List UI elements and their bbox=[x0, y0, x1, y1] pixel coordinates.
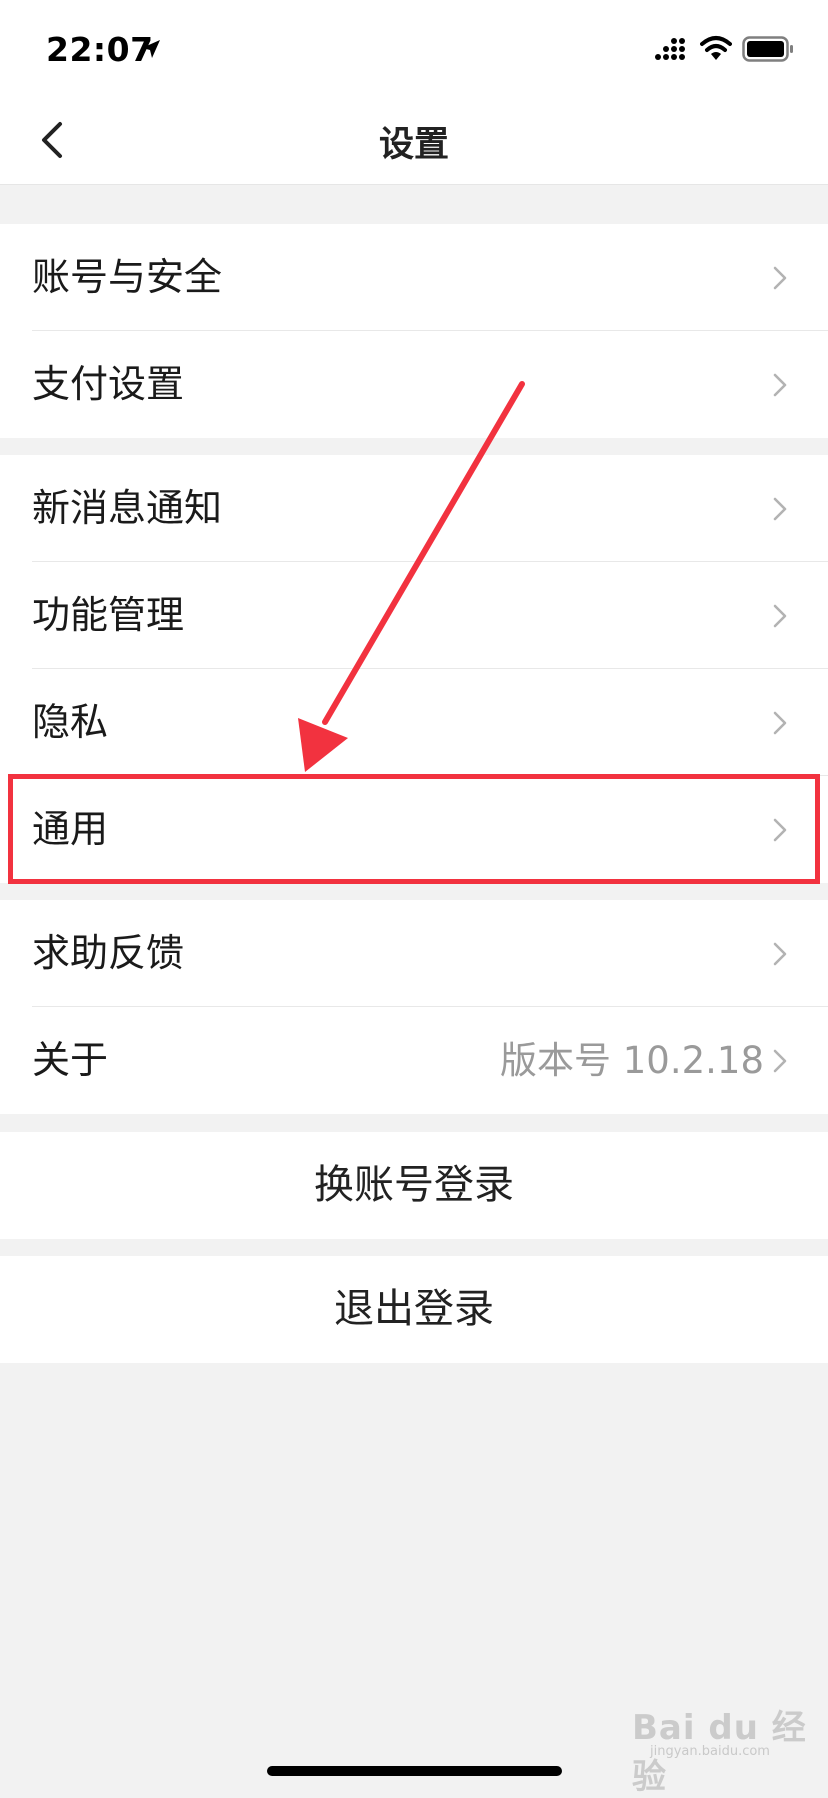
settings-item-features[interactable]: 功能管理 bbox=[0, 562, 828, 669]
page-title: 设置 bbox=[378, 125, 449, 165]
nav-bar: 设置 bbox=[0, 96, 828, 185]
home-indicator[interactable] bbox=[267, 1766, 562, 1776]
settings-item-privacy[interactable]: 隐私 bbox=[0, 669, 828, 776]
chevron-right-icon bbox=[773, 711, 787, 735]
settings-item-label: 功能管理 bbox=[32, 593, 185, 637]
switch-account-button[interactable]: 换账号登录 bbox=[0, 1132, 828, 1239]
settings-item-account-security[interactable]: 账号与安全 bbox=[0, 224, 828, 331]
settings-item-label: 隐私 bbox=[32, 700, 109, 744]
settings-item-label: 通用 bbox=[32, 807, 109, 851]
chevron-right-icon bbox=[773, 818, 787, 842]
settings-item-label: 新消息通知 bbox=[32, 486, 223, 530]
status-time: 22:07 bbox=[46, 30, 154, 69]
chevron-right-icon bbox=[773, 1049, 787, 1073]
settings-item-label: 关于 bbox=[32, 1038, 109, 1082]
settings-item-feedback[interactable]: 求助反馈 bbox=[0, 900, 828, 1007]
settings-item-label: 支付设置 bbox=[32, 362, 185, 406]
chevron-right-icon bbox=[773, 373, 787, 397]
settings-group-help: 求助反馈 关于 版本号 10.2.18 bbox=[0, 900, 828, 1114]
settings-group-account: 账号与安全 支付设置 bbox=[0, 224, 828, 438]
status-bar: 22:07 bbox=[0, 0, 828, 96]
chevron-right-icon bbox=[773, 497, 787, 521]
battery-icon bbox=[742, 36, 793, 62]
settings-item-label: 账号与安全 bbox=[32, 255, 223, 299]
watermark-url: jingyan.baidu.com bbox=[650, 1744, 770, 1759]
settings-group-general: 新消息通知 功能管理 隐私 通用 bbox=[0, 455, 828, 883]
chevron-right-icon bbox=[773, 604, 787, 628]
settings-item-payment[interactable]: 支付设置 bbox=[0, 331, 828, 438]
settings-item-label: 求助反馈 bbox=[32, 931, 185, 975]
chevron-right-icon bbox=[773, 266, 787, 290]
location-arrow-icon bbox=[142, 40, 160, 58]
version-value: 版本号 10.2.18 bbox=[500, 1039, 764, 1082]
signal-icon bbox=[655, 38, 685, 60]
settings-item-notifications[interactable]: 新消息通知 bbox=[0, 455, 828, 562]
settings-item-about[interactable]: 关于 版本号 10.2.18 bbox=[0, 1007, 828, 1114]
logout-button[interactable]: 退出登录 bbox=[0, 1256, 828, 1363]
chevron-right-icon bbox=[773, 942, 787, 966]
settings-item-general[interactable]: 通用 bbox=[0, 776, 828, 883]
wifi-icon bbox=[700, 36, 732, 60]
